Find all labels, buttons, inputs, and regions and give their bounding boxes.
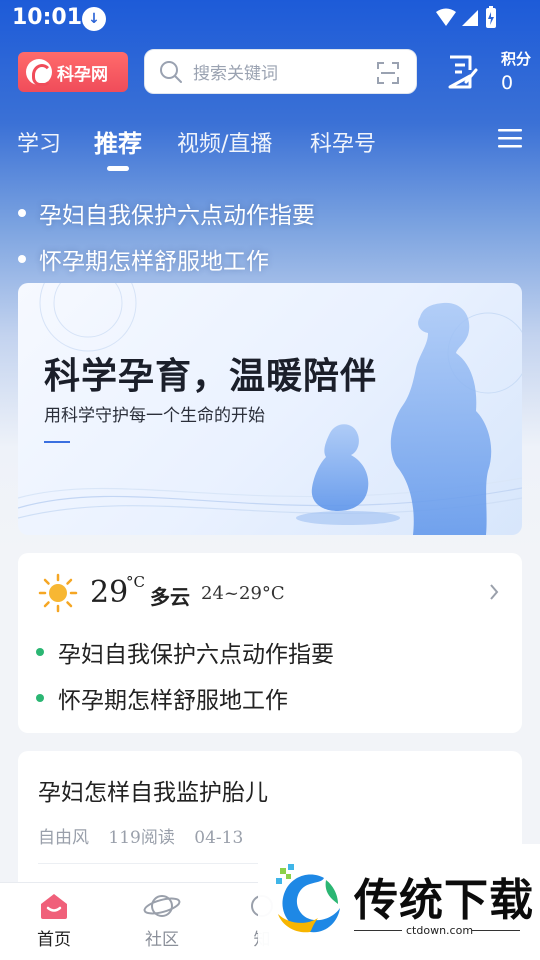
article-author: 自由风 — [38, 828, 89, 848]
download-icon: ↓ — [82, 7, 106, 31]
temperature-range: 24~29°C — [201, 583, 285, 604]
search-placeholder: 搜索关键词 — [193, 64, 278, 84]
tab-study[interactable]: 学习 — [17, 126, 61, 158]
scan-icon[interactable] — [376, 61, 400, 85]
watermark-rule — [472, 930, 520, 931]
home-icon — [41, 894, 67, 919]
promo-banner[interactable]: 科学孕育，温暖陪伴 用科学守护每一个生命的开始 — [18, 283, 522, 535]
article-reads: 119阅读 — [108, 828, 175, 848]
ticker-text: 怀孕期怎样舒服地工作 — [39, 249, 269, 275]
article-meta: 自由风 119阅读 04-13 — [38, 823, 257, 848]
card-news-list: 孕妇自我保护六点动作指要 怀孕期怎样舒服地工作 — [36, 629, 496, 721]
bullet-dot — [18, 209, 26, 217]
banner-title: 科学孕育，温暖陪伴 — [44, 356, 378, 397]
ticker-text: 孕妇自我保护六点动作指要 — [39, 203, 315, 229]
ticker-item[interactable]: 孕妇自我保护六点动作指要 — [18, 190, 518, 236]
nav-label: 社区 — [145, 930, 179, 950]
channel-tabs: 学习 推荐 视频/直播 科孕号 — [0, 118, 540, 171]
watermark-logo-icon — [276, 864, 340, 933]
article-date: 04-13 — [194, 828, 244, 848]
bullet-dot — [36, 694, 44, 702]
nav-label: 首页 — [37, 930, 71, 950]
search-box[interactable]: 搜索关键词 — [144, 49, 417, 94]
news-text: 孕妇自我保护六点动作指要 — [58, 642, 334, 668]
nav-home[interactable]: 首页 — [14, 891, 94, 950]
watermark-rule — [354, 930, 402, 931]
points-value[interactable]: 0 — [501, 72, 513, 94]
active-tab-indicator — [107, 166, 129, 171]
planet-icon — [143, 895, 181, 917]
headline-ticker: 孕妇自我保护六点动作指要 怀孕期怎样舒服地工作 — [18, 190, 518, 282]
status-icons — [434, 6, 500, 30]
banner-subtitle: 用科学守护每一个生命的开始 — [44, 406, 265, 426]
nav-community[interactable]: 社区 — [122, 891, 202, 950]
tab-kyh[interactable]: 科孕号 — [310, 126, 376, 158]
tab-video-live[interactable]: 视频/直播 — [177, 126, 272, 158]
weather-condition: 多云 — [150, 585, 190, 609]
temperature: 29 — [90, 575, 129, 610]
chevron-right-icon[interactable] — [488, 583, 500, 601]
menu-icon[interactable] — [497, 127, 523, 149]
weather-news-card[interactable]: 29 °C 多云 24~29°C 孕妇自我保护六点动作指要 怀孕期怎样舒服地工作 — [18, 553, 522, 733]
news-item[interactable]: 怀孕期怎样舒服地工作 — [36, 675, 496, 721]
ticker-item[interactable]: 怀孕期怎样舒服地工作 — [18, 236, 518, 282]
status-time: 10:01 — [12, 5, 83, 30]
sun-icon — [38, 573, 78, 613]
search-icon — [160, 60, 182, 83]
news-text: 怀孕期怎样舒服地工作 — [58, 688, 288, 714]
bullet-dot — [36, 648, 44, 656]
note-icon[interactable] — [446, 54, 478, 90]
watermark-url: ctdown.com — [406, 924, 474, 937]
status-bar: 10:01 ↓ — [0, 0, 540, 40]
tab-recommend[interactable]: 推荐 — [94, 124, 142, 159]
app-logo[interactable]: 科孕网 — [18, 52, 128, 92]
bullet-dot — [18, 255, 26, 263]
points-label: 积分 — [501, 50, 532, 68]
news-item[interactable]: 孕妇自我保护六点动作指要 — [36, 629, 496, 675]
wifi-signal-battery-icon — [436, 6, 496, 28]
watermark: 传统下载 ctdown.com — [258, 844, 540, 960]
logo-mark-icon — [26, 59, 52, 86]
banner-accent-line — [44, 441, 70, 443]
watermark-text: 传统下载 — [354, 875, 534, 926]
temperature-unit: °C — [126, 573, 145, 591]
logo-text: 科孕网 — [57, 64, 108, 85]
article-title: 孕妇怎样自我监护胎儿 — [38, 780, 268, 806]
